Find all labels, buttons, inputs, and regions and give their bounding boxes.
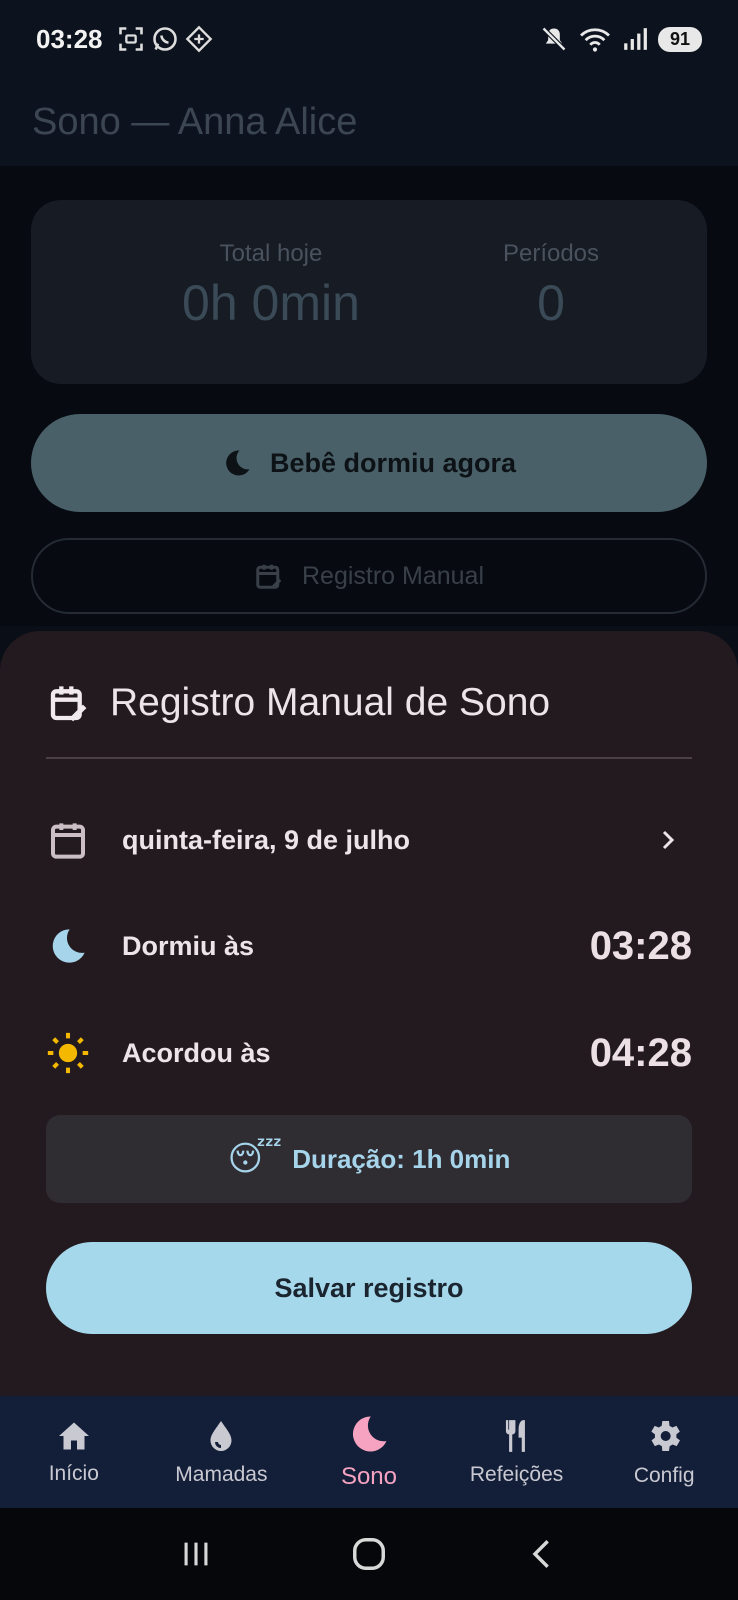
page-title: Sono — Anna Alice — [32, 100, 358, 143]
duration-box: 😴 Duração: 1h 0min — [46, 1115, 692, 1203]
nav-item-refeicoes[interactable]: Refeições — [443, 1396, 591, 1508]
sheet-header: Registro Manual de Sono — [48, 681, 550, 725]
sleep-summary-card: Total hoje 0h 0min Períodos 0 — [31, 200, 707, 384]
slept-at-label: Dormiu às — [122, 930, 255, 961]
gear-icon — [651, 1421, 681, 1451]
manual-sleep-sheet: Registro Manual de Sono quinta-feira, 9 … — [0, 631, 738, 1396]
baby-slept-now-label: Bebê dormiu agora — [269, 447, 517, 478]
calendar-edit-icon — [256, 564, 282, 589]
drop-icon — [210, 1421, 232, 1451]
save-record-label: Salvar registro — [274, 1272, 464, 1303]
home-icon — [58, 1422, 89, 1450]
sheet-title: Registro Manual de Sono — [110, 681, 551, 724]
status-time: 03:28 — [36, 23, 103, 54]
woke-at-row[interactable]: Acordou às 04:28 — [46, 1013, 692, 1093]
chevron-right-icon — [662, 830, 675, 850]
whatsapp-icon — [152, 27, 177, 51]
battery-level: 91 — [657, 26, 702, 52]
woke-at-label: Acordou às — [122, 1037, 271, 1068]
total-today-stat: Total hoje 0h 0min — [141, 240, 401, 332]
total-today-value: 0h 0min — [182, 275, 360, 331]
periods-label: Períodos — [502, 240, 600, 267]
periods-stat: Períodos 0 — [421, 240, 681, 332]
bottom-navigation: Início Mamadas Sono Refeições Config — [0, 1396, 738, 1508]
moon-icon — [352, 1416, 387, 1452]
sleeping-face-icon: 😴 — [227, 1140, 283, 1178]
slept-at-row[interactable]: Dormiu às 03:28 — [46, 906, 692, 986]
nav-label-mamadas: Mamadas — [175, 1463, 268, 1486]
mute-icon — [541, 26, 567, 52]
nav-item-inicio[interactable]: Início — [0, 1396, 148, 1508]
status-notification-icons — [117, 25, 213, 53]
wifi-icon — [579, 28, 610, 52]
moon-icon — [46, 925, 90, 967]
manual-record-button[interactable]: Registro Manual — [31, 538, 707, 614]
status-bar: 03:28 91 — [0, 0, 738, 78]
nav-label-config: Config — [633, 1464, 695, 1487]
nav-label-refeicoes: Refeições — [469, 1463, 564, 1486]
baby-slept-now-button[interactable]: Bebê dormiu agora — [31, 414, 707, 512]
nav-label-sono: Sono — [340, 1463, 398, 1490]
app-notification-icon — [185, 25, 212, 53]
nav-item-mamadas[interactable]: Mamadas — [148, 1396, 296, 1508]
moon-icon — [226, 450, 250, 476]
screenshot-icon — [118, 27, 143, 51]
calendar-edit-icon — [50, 686, 87, 722]
nav-item-config[interactable]: Config — [590, 1396, 738, 1508]
slept-at-time[interactable]: 03:28 — [590, 924, 692, 969]
nav-label-inicio: Início — [48, 1462, 99, 1485]
duration-text: Duração: 1h 0min — [292, 1143, 511, 1174]
utensils-icon — [505, 1420, 525, 1452]
woke-at-time[interactable]: 04:28 — [590, 1031, 692, 1076]
total-today-label: Total hoje — [219, 240, 323, 267]
nav-item-sono[interactable]: Sono — [295, 1396, 443, 1508]
status-system-icons: 91 — [540, 25, 702, 53]
system-navigation-bar — [0, 1508, 738, 1600]
save-record-button[interactable]: Salvar registro — [46, 1242, 692, 1334]
date-label: quinta-feira, 9 de julho — [122, 824, 411, 855]
calendar-icon — [46, 819, 90, 861]
manual-record-label: Registro Manual — [301, 561, 485, 590]
recent-apps-icon[interactable] — [179, 1537, 213, 1571]
sleep-page-content: Total hoje 0h 0min Períodos 0 Bebê dormi… — [0, 166, 738, 626]
back-icon[interactable] — [525, 1537, 559, 1571]
home-button-icon[interactable] — [350, 1535, 388, 1573]
app-bar: Sono — Anna Alice — [0, 78, 738, 166]
date-row[interactable]: quinta-feira, 9 de julho — [46, 800, 692, 880]
periods-value: 0 — [537, 275, 565, 331]
signal-icon — [624, 28, 647, 50]
sun-icon — [46, 1031, 90, 1075]
divider — [46, 757, 692, 759]
